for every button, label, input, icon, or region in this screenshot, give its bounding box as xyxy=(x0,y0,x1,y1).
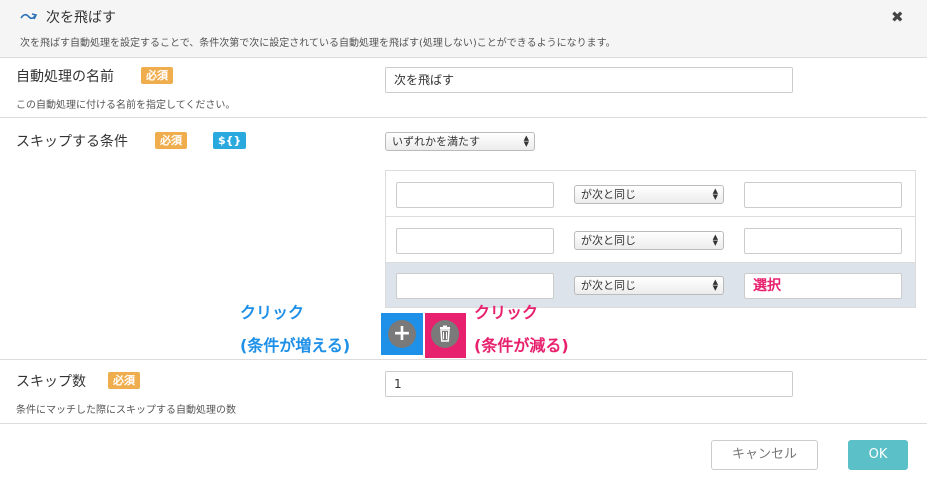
delete-annotation-line2: (条件が減る) xyxy=(474,336,569,355)
add-condition-button[interactable]: + xyxy=(388,320,416,348)
variable-badge[interactable]: ${} xyxy=(213,132,247,149)
name-field-help: この自動処理に付ける名前を指定してください。 xyxy=(16,100,236,111)
trash-icon xyxy=(440,325,450,342)
condition-row: が次と同じ ▲ ▼ xyxy=(386,171,915,217)
condition-left-input[interactable] xyxy=(396,273,554,299)
condition-mode-select[interactable]: いずれかを満たす ▲ ▼ xyxy=(385,132,535,151)
dialog-title: 次を飛ばす xyxy=(46,10,116,26)
plus-icon: + xyxy=(392,321,412,346)
skip-condition-label: スキップする条件 xyxy=(16,134,128,150)
name-input[interactable]: 次を飛ばす xyxy=(385,67,793,93)
skip-count-help: 条件にマッチした際にスキップする自動処理の数 xyxy=(16,405,236,416)
select-arrows-icon: ▲ ▼ xyxy=(712,187,718,201)
condition-table: が次と同じ ▲ ▼ が次と同じ ▲ ▼ が次と同じ ▲ ▼ 選択 xyxy=(385,170,916,308)
required-badge: 必須 xyxy=(108,372,140,389)
condition-row-selected: が次と同じ ▲ ▼ 選択 xyxy=(386,263,915,307)
skip-count-label: スキップ数 xyxy=(16,374,86,390)
delete-annotation-line1: クリック xyxy=(474,303,539,322)
condition-left-input[interactable] xyxy=(396,182,554,208)
delete-highlight xyxy=(425,313,466,358)
condition-operator-value: が次と同じ xyxy=(581,279,636,292)
condition-right-input[interactable] xyxy=(744,228,902,254)
cancel-button[interactable]: キャンセル xyxy=(711,440,818,470)
name-field-label: 自動処理の名前 xyxy=(16,69,114,85)
delete-condition-button[interactable] xyxy=(431,320,459,348)
name-field-row: 自動処理の名前 必須 この自動処理に付ける名前を指定してください。 次を飛ばす xyxy=(0,58,927,118)
condition-operator-value: が次と同じ xyxy=(581,234,636,247)
select-arrows-icon: ▲ ▼ xyxy=(712,233,718,247)
condition-operator-select[interactable]: が次と同じ ▲ ▼ xyxy=(574,231,724,250)
close-icon[interactable]: ✖ xyxy=(891,8,904,26)
required-badge: 必須 xyxy=(141,67,173,84)
skip-count-row: スキップ数 必須 条件にマッチした際にスキップする自動処理の数 1 xyxy=(0,360,927,424)
condition-right-input[interactable] xyxy=(744,182,902,208)
select-arrows-icon: ▲ ▼ xyxy=(712,278,718,292)
add-highlight: + xyxy=(381,313,423,355)
condition-right-input[interactable]: 選択 xyxy=(744,273,902,299)
condition-row: が次と同じ ▲ ▼ xyxy=(386,217,915,263)
condition-mode-value: いずれかを満たす xyxy=(392,135,480,148)
condition-operator-value: が次と同じ xyxy=(581,188,636,201)
skip-arrow-icon xyxy=(20,13,38,20)
condition-operator-select[interactable]: が次と同じ ▲ ▼ xyxy=(574,185,724,204)
dialog-header: 次を飛ばす ✖ 次を飛ばす自動処理を設定することで、条件次第で次に設定されている… xyxy=(0,0,927,58)
condition-operator-select[interactable]: が次と同じ ▲ ▼ xyxy=(574,276,724,295)
ok-button[interactable]: OK xyxy=(848,440,908,470)
select-arrows-icon: ▲ ▼ xyxy=(523,134,529,148)
condition-left-input[interactable] xyxy=(396,228,554,254)
add-annotation-line1: クリック xyxy=(240,303,305,322)
skip-count-input[interactable]: 1 xyxy=(385,371,793,397)
dialog-subtitle: 次を飛ばす自動処理を設定することで、条件次第で次に設定されている自動処理を飛ばす… xyxy=(20,38,616,49)
add-annotation-line2: (条件が増える) xyxy=(240,336,351,355)
required-badge: 必須 xyxy=(155,132,187,149)
